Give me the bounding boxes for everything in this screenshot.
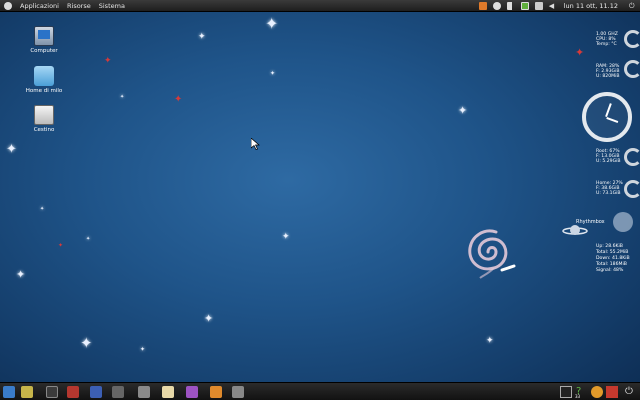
conky-ram-block: RAM: 28% F: 2.93GiB U: 820MiB [596, 64, 620, 80]
conky-home-block: Home: 27% F: 38.6GiB U: 73.1GiB [596, 181, 623, 197]
show-desktop-icon[interactable] [3, 386, 15, 398]
conky-root-block: Root: 67% F: 13.0GiB U: 5.29GiB [596, 149, 621, 165]
conky-cpu-ring-icon [624, 30, 640, 48]
wallpaper-star-icon: ✦ [198, 32, 206, 42]
desktop-icon-label: Computer [30, 48, 58, 54]
conky-root-ring-icon [624, 148, 640, 166]
desktop-icon-computer[interactable]: Computer [24, 26, 64, 54]
rss-taskbar-icon[interactable] [210, 386, 222, 398]
mail-icon[interactable] [534, 2, 543, 10]
workspace-switcher-icon[interactable] [560, 386, 572, 398]
browser-taskbar-icon[interactable] [90, 386, 102, 398]
notes-taskbar-icon[interactable] [162, 386, 174, 398]
conky-home-used: U: 73.1GiB [596, 191, 621, 197]
gmail-icon[interactable] [606, 386, 618, 398]
text-editor-taskbar-icon[interactable] [21, 386, 33, 398]
wallpaper-star-icon: ✦ [104, 56, 112, 66]
conky-ram-used: U: 820MiB [596, 74, 620, 80]
media-taskbar-icon[interactable] [186, 386, 198, 398]
conky-root-used: U: 5.29GiB [596, 159, 621, 165]
planet-icon [562, 225, 588, 235]
conky-ram-ring-icon [624, 60, 640, 78]
conky-cpu-block: 1.00 GHZ CPU: 8% Temp: °C [596, 32, 618, 48]
wallpaper-star-icon: ✦ [86, 236, 91, 242]
wallpaper-star-icon: ✦ [174, 94, 183, 105]
shutdown-icon[interactable]: ⏻ [625, 386, 637, 398]
wallpaper-star-icon: ✦ [282, 232, 290, 242]
menu-sistema[interactable]: Sistema [99, 2, 125, 10]
conky-net-signal: Signal: 48% [596, 268, 624, 273]
signal-icon[interactable] [506, 2, 515, 10]
wallpaper-star-icon: ✦ [265, 14, 279, 33]
wallpaper-star-icon: ✦ [80, 334, 93, 352]
menu-applicazioni[interactable]: Applicazioni [20, 2, 59, 10]
update-count-badge: 33 [575, 394, 581, 399]
clock-minute-hand [605, 103, 612, 117]
menu-risorse[interactable]: Risorse [67, 2, 91, 10]
conky-network-block: Up: 28.6KiB Total: 55.2MiB Down: 41.8KiB… [596, 244, 640, 274]
terminal-taskbar-icon[interactable] [46, 386, 58, 398]
wallpaper-star-icon: ✦ [204, 312, 214, 325]
wallpaper-star-icon: ✦ [58, 242, 64, 249]
wallpaper-star-icon: ✦ [458, 104, 468, 117]
desktop-icon-trash[interactable]: Cestino [24, 105, 64, 133]
computer-icon [34, 26, 54, 46]
wallpaper-star-icon: ✦ [575, 46, 585, 59]
wallpaper-star-icon: ✦ [40, 206, 45, 212]
conky-cpu-temp: Temp: °C [596, 42, 617, 48]
home-folder-icon [34, 66, 54, 86]
conky-home-ring-icon [624, 180, 640, 198]
notification-icon[interactable] [478, 2, 487, 10]
system-tray: ◀ lun 11 ott, 11.12 ⏻ [476, 0, 640, 12]
bottom-panel: ? ⏻ [0, 382, 640, 400]
desktop-icon-label: Cestino [33, 127, 55, 133]
desktop-icon-home[interactable]: Home di milo [24, 66, 64, 94]
panel-clock[interactable]: lun 11 ott, 11.12 [564, 2, 618, 10]
trash-icon [34, 105, 54, 125]
wallpaper-star-icon: ✦ [6, 142, 17, 157]
desktop-icon-label: Home di milo [25, 88, 63, 94]
clock-hour-hand [606, 117, 619, 123]
wallpaper-star-icon: ✦ [16, 268, 26, 281]
window-switcher-icon[interactable] [112, 386, 124, 398]
wallpaper-star-icon: ✦ [486, 336, 494, 346]
files-taskbar-icon[interactable] [232, 386, 244, 398]
network-icon[interactable] [492, 2, 501, 10]
game-taskbar-icon[interactable] [67, 386, 79, 398]
wallpaper-star-icon: ✦ [270, 70, 276, 77]
power-icon[interactable]: ⏻ [629, 2, 637, 10]
browser-tray-icon[interactable] [591, 386, 603, 398]
mail-taskbar-icon[interactable] [138, 386, 150, 398]
wallpaper-star-icon: ✦ [120, 94, 125, 100]
conky-clock-icon [582, 92, 632, 142]
volume-icon[interactable]: ◀ [549, 2, 557, 10]
distro-logo-icon[interactable] [4, 1, 12, 10]
top-panel: Applicazioni Risorse Sistema ◀ lun 11 ot… [0, 0, 640, 12]
rhythmbox-cover-icon [613, 212, 633, 232]
mouse-cursor-icon [251, 138, 260, 150]
debian-swirl-logo [468, 229, 516, 279]
wallpaper-star-icon: ✦ [140, 346, 146, 353]
battery-icon[interactable] [520, 2, 529, 10]
